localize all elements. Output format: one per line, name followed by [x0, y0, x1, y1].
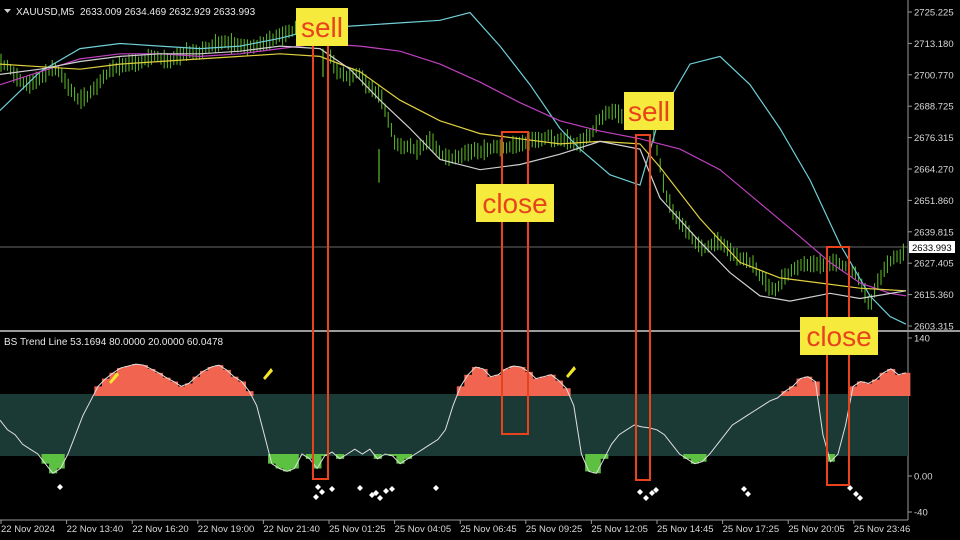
overbought-fill [902, 372, 911, 396]
price-tick-label: 2664.270 [914, 165, 954, 176]
price-tick-label: 2639.815 [914, 227, 954, 238]
time-tick-label: 22 Nov 19:00 [198, 524, 255, 535]
overbought-fill [456, 386, 465, 396]
price-tick-label: 2713.180 [914, 39, 954, 50]
time-tick-label: 25 Nov 04:05 [395, 524, 452, 535]
price-chart[interactable]: XAUUSD,M5 2633.009 2634.469 2632.929 263… [0, 0, 960, 540]
overbought-fill [147, 368, 156, 396]
overbought-fill [237, 381, 246, 396]
annotation-label: close [806, 321, 871, 352]
time-tick-label: 22 Nov 21:40 [263, 524, 320, 535]
oversold-fill [290, 454, 299, 469]
overbought-fill [872, 379, 881, 396]
oversold-fill [683, 454, 692, 459]
oversold-fill [592, 454, 601, 474]
time-tick-label: 25 Nov 12:05 [591, 524, 648, 535]
overbought-fill [200, 370, 209, 396]
time-tick-label: 25 Nov 14:45 [657, 524, 714, 535]
overbought-fill [894, 374, 903, 396]
overbought-fill [502, 368, 511, 396]
current-price-tag: 2633.993 [909, 241, 955, 254]
overbought-fill [124, 366, 133, 396]
overbought-fill [532, 378, 541, 396]
oversold-fill [41, 454, 50, 464]
overbought-fill [117, 367, 126, 396]
time-tick-label: 22 Nov 16:20 [132, 524, 189, 535]
annotation-label: close [482, 188, 547, 219]
price-tick-label: 2651.860 [914, 196, 954, 207]
oversold-fill [313, 454, 322, 469]
annotation-label: sell [628, 96, 670, 127]
overbought-fill [879, 372, 888, 396]
overbought-fill [154, 372, 163, 396]
indicator-tick-label: 140 [914, 334, 930, 345]
overbought-fill [471, 367, 481, 396]
overbought-fill [547, 374, 556, 396]
overbought-fill [554, 380, 564, 396]
overbought-fill [215, 365, 224, 396]
time-tick-label: 25 Nov 20:05 [788, 524, 845, 535]
price-tick-label: 2615.360 [914, 290, 954, 301]
chart-background [0, 0, 960, 540]
overbought-fill [162, 377, 171, 396]
overbought-fill [222, 369, 231, 396]
price-tick-label: 2688.725 [914, 102, 954, 113]
annotation-label: sell [301, 12, 343, 43]
symbol-title: XAUUSD,M5 [16, 7, 75, 18]
price-tick-label: 2676.315 [914, 133, 954, 144]
ohlc-readout: 2633.009 2634.469 2632.929 2633.993 [80, 7, 256, 18]
overbought-fill [486, 376, 496, 396]
overbought-fill [887, 368, 896, 396]
oversold-fill [283, 454, 292, 472]
overbought-fill [230, 376, 239, 396]
indicator-label: BS Trend Line 53.1694 80.0000 20.0000 60… [4, 337, 224, 348]
overbought-fill [849, 386, 858, 396]
overbought-fill [184, 383, 194, 396]
overbought-fill [139, 365, 148, 396]
time-tick-label: 25 Nov 06:45 [460, 524, 517, 535]
overbought-fill [804, 376, 813, 396]
indicator-tick-label: 0.00 [914, 472, 933, 483]
overbought-fill [177, 386, 186, 396]
overbought-fill [509, 366, 518, 396]
price-tick-label: 2627.405 [914, 259, 954, 270]
price-tick-label: 2700.770 [914, 70, 954, 81]
overbought-fill [479, 368, 488, 396]
overbought-fill [207, 367, 216, 396]
time-tick-label: 25 Nov 09:25 [526, 524, 583, 535]
time-tick-label: 25 Nov 01:25 [329, 524, 386, 535]
indicator-tick-label: -40 [914, 508, 928, 519]
overbought-fill [864, 383, 873, 396]
current-price-label: 2633.993 [912, 243, 952, 254]
overbought-fill [539, 376, 548, 396]
overbought-fill [132, 364, 141, 396]
time-tick-label: 22 Nov 13:40 [67, 524, 124, 535]
price-tick-label: 2725.225 [914, 8, 954, 19]
time-tick-label: 25 Nov 23:46 [854, 524, 911, 535]
overbought-fill [517, 367, 526, 396]
oversold-fill [56, 454, 65, 469]
oversold-fill [585, 454, 594, 472]
time-tick-label: 25 Nov 17:25 [723, 524, 780, 535]
time-tick-label: 22 Nov 2024 [1, 524, 55, 535]
